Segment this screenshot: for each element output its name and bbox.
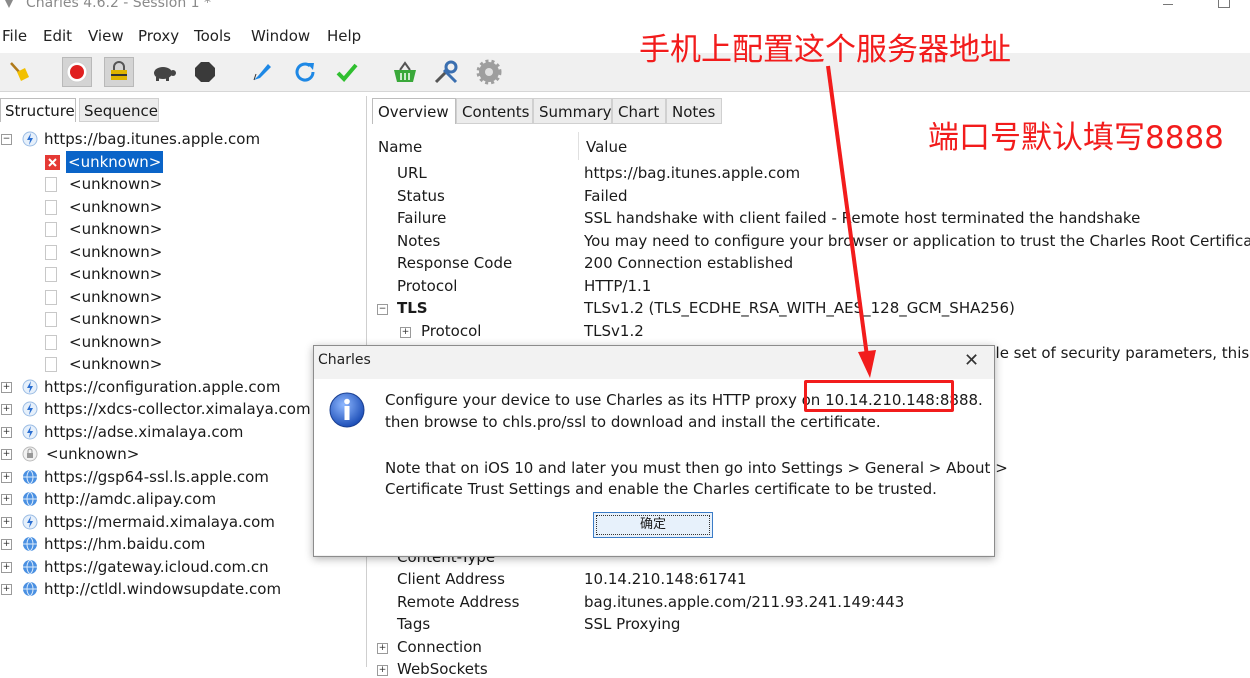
- annotation-arrow: [826, 65, 876, 378]
- annotation-highlight-box: [804, 380, 954, 412]
